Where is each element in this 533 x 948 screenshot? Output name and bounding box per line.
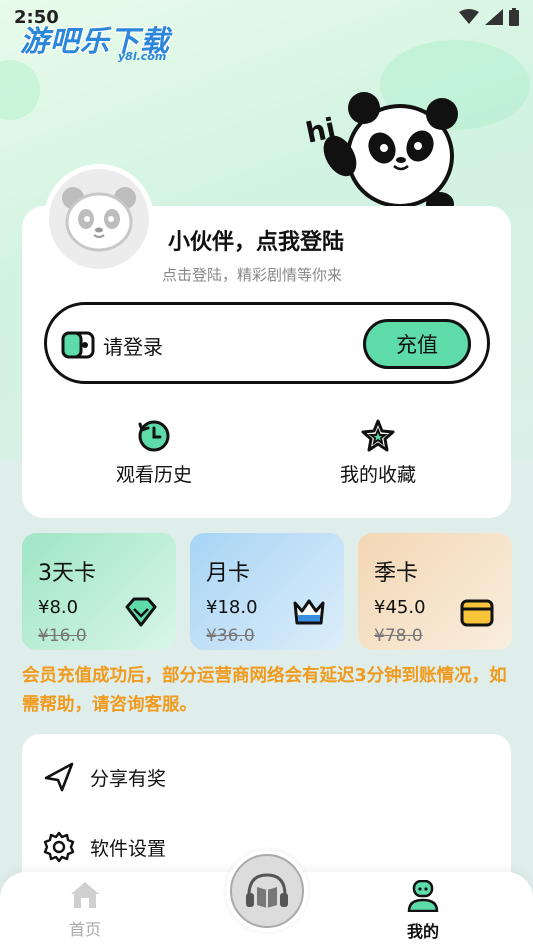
card-icon (460, 599, 494, 627)
menu-item-settings[interactable]: 软件设置 (42, 830, 166, 864)
status-icons (459, 8, 519, 26)
vip-card-name: 月卡 (206, 561, 251, 586)
vip-card-3day[interactable]: 3天卡 ¥8.0 ¥16.0 (22, 533, 176, 650)
vip-card-quarterly[interactable]: 季卡 ¥45.0 ¥78.0 (358, 533, 512, 650)
tab-mine-label: 我的 (406, 922, 439, 941)
diamond-icon (125, 597, 157, 627)
avatar[interactable] (44, 164, 154, 274)
signal-icon (485, 9, 503, 25)
recharge-notice: 会员充值成功后，部分运营商网络会有延迟3分钟到账情况，如需帮助，请咨询客服。 (22, 666, 507, 715)
quick-action-history-label: 观看历史 (115, 464, 192, 486)
home-icon (71, 882, 99, 908)
center-audiobook-button[interactable] (226, 850, 308, 932)
tab-home[interactable]: 首页 (40, 880, 130, 940)
watermark-domain: y8l.com (118, 50, 167, 63)
vip-card-monthly[interactable]: 月卡 ¥18.0 ¥36.0 (190, 533, 344, 650)
menu-item-share[interactable]: 分享有奖 (42, 760, 166, 794)
vip-card-original-price: ¥36.0 (206, 626, 255, 646)
history-icon (138, 420, 170, 452)
favorite-star-icon (361, 419, 395, 452)
menu-item-settings-label: 软件设置 (90, 837, 167, 860)
user-profile-icon (407, 879, 439, 913)
share-icon (44, 762, 74, 792)
recharge-button[interactable]: 充值 (363, 319, 471, 369)
center-button-inner (230, 854, 304, 928)
crown-icon (293, 599, 325, 625)
wallet-login-label: 请登录 (103, 335, 163, 359)
wifi-icon (459, 9, 479, 24)
login-subtitle: 点击登陆，精彩剧情等你来 (162, 266, 343, 284)
battery-icon (509, 8, 519, 26)
quick-action-history[interactable]: 观看历史 (84, 418, 224, 487)
tab-home-label: 首页 (68, 920, 101, 939)
login-title[interactable]: 小伙伴，点我登陆 (168, 224, 344, 256)
quick-action-favorites[interactable]: 我的收藏 (308, 418, 448, 487)
wallet-icon (61, 331, 95, 359)
vip-card-name: 季卡 (374, 561, 419, 586)
panda-avatar-icon (62, 187, 136, 252)
vip-card-original-price: ¥78.0 (374, 626, 423, 646)
waving-panda-illustration (323, 92, 458, 216)
wallet-bar[interactable]: 请登录 充值 (44, 302, 490, 384)
headphones-book-icon (246, 873, 288, 908)
settings-gear-icon (43, 831, 75, 863)
vip-card-name: 3天卡 (38, 561, 96, 586)
menu-item-share-label: 分享有奖 (90, 767, 167, 790)
vip-card-original-price: ¥16.0 (38, 626, 87, 646)
quick-action-favorites-label: 我的收藏 (339, 464, 416, 486)
tab-mine[interactable]: 我的 (378, 879, 468, 942)
